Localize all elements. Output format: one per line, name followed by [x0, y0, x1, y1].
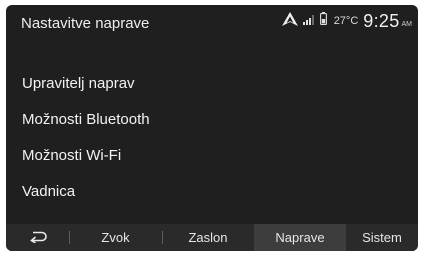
header-bar: Nastavitve naprave 27°C 9:25 AM [6, 5, 418, 39]
clock-time: 9:25 [363, 10, 400, 31]
back-button[interactable] [6, 224, 69, 251]
tab-sistem[interactable]: Sistem [346, 224, 418, 251]
signal-bars-icon [302, 12, 315, 30]
status-bar: 27°C 9:25 AM [281, 10, 413, 32]
menu-item-wifi-options[interactable]: Možnosti Wi-Fi [6, 137, 418, 173]
menu-item-device-manager[interactable]: Upravitelj naprav [6, 65, 418, 101]
tab-zaslon[interactable]: Zaslon [162, 224, 254, 251]
menu-item-bluetooth-options[interactable]: Možnosti Bluetooth [6, 101, 418, 137]
device-settings-screen: Nastavitve naprave 27°C 9:25 AM Upravite… [6, 5, 418, 251]
tab-zvok[interactable]: Zvok [69, 224, 162, 251]
battery-icon [319, 12, 327, 30]
temperature-readout: 27°C [333, 15, 359, 27]
back-arrow-icon [28, 230, 48, 246]
page-title: Nastavitve naprave [21, 15, 150, 32]
settings-menu: Upravitelj naprav Možnosti Bluetooth Mož… [6, 65, 418, 209]
android-auto-icon[interactable] [281, 11, 298, 31]
bottom-tab-bar: Zvok Zaslon Naprave Sistem [6, 224, 418, 251]
tab-naprave[interactable]: Naprave [254, 224, 346, 251]
menu-item-tutorial[interactable]: Vadnica [6, 173, 418, 209]
clock-ampm: AM [401, 21, 413, 28]
